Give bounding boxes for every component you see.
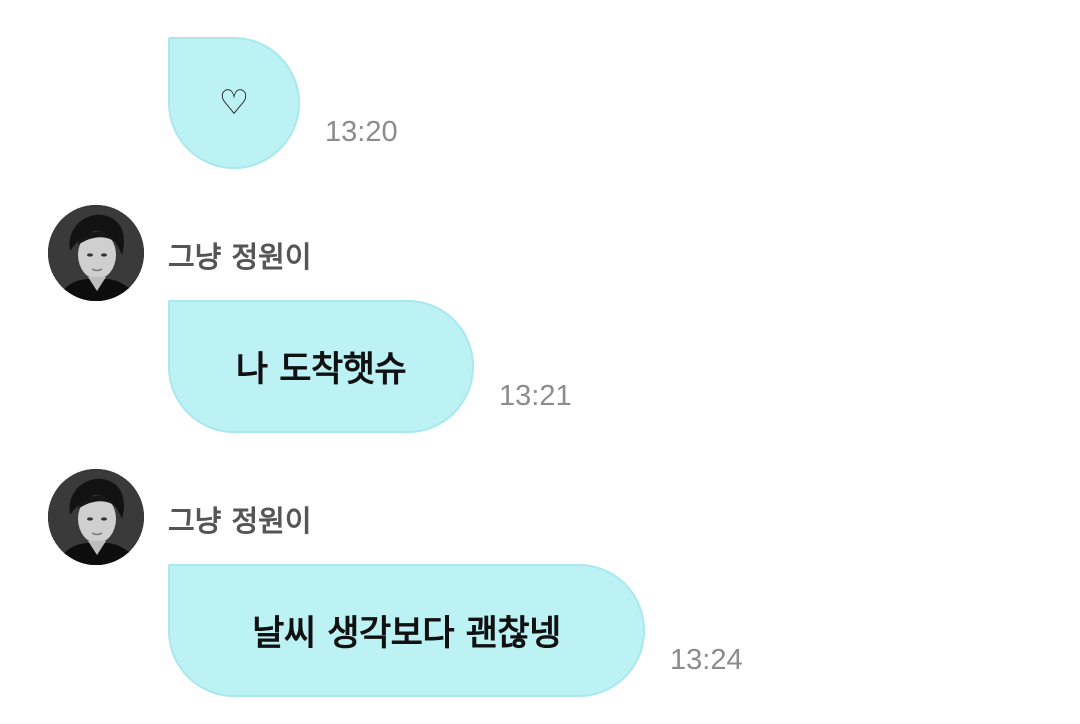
- avatar-photo-icon: [48, 205, 144, 301]
- sender-name-1: 그냥 정원이: [168, 240, 312, 274]
- heart-message-text: ♡: [218, 83, 250, 123]
- message-time-1: 13:20: [325, 116, 398, 148]
- sender-avatar-1[interactable]: [48, 205, 144, 301]
- sender-avatar-2[interactable]: [48, 469, 144, 565]
- message-bubble-2[interactable]: 나 도착햇슈: [168, 300, 474, 433]
- sender-name-2: 그냥 정원이: [168, 504, 312, 538]
- message-time-2: 13:21: [499, 380, 572, 412]
- avatar-photo-icon: [48, 469, 144, 565]
- message-text-3: 날씨 생각보다 괜찮넹: [252, 614, 561, 654]
- message-time-3: 13:24: [670, 644, 743, 676]
- message-bubble-3[interactable]: 날씨 생각보다 괜찮넹: [168, 564, 645, 697]
- message-bubble-1[interactable]: ♡: [168, 37, 300, 169]
- message-text-2: 나 도착햇슈: [235, 350, 407, 390]
